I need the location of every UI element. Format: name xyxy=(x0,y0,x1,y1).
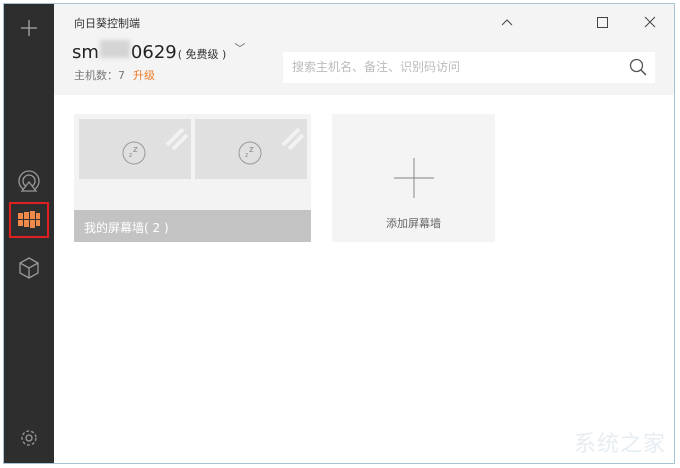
plus-icon xyxy=(394,158,434,198)
remote-control-icon[interactable] xyxy=(4,164,54,200)
account-name-redacted xyxy=(99,40,130,58)
watermark: 系统之家 xyxy=(573,432,666,457)
sleep-icon: zz xyxy=(122,127,189,165)
svg-text:z: z xyxy=(129,152,132,159)
screen-wall-label: 我的屏幕墙( 2 ) xyxy=(74,210,311,242)
account-tier: ( 免费级 ) xyxy=(177,48,227,61)
chevron-down-icon[interactable]: ﹀ xyxy=(234,40,245,56)
header: 向日葵控制端 sm 0629 ( 免费级 ) ﹀ 主机数：7 升级 xyxy=(54,4,674,95)
add-screen-wall-card[interactable]: 添加屏幕墙 xyxy=(332,114,495,242)
host-count-text: 主机数：7 xyxy=(74,69,125,82)
search-input[interactable] xyxy=(283,52,613,81)
maximize-button[interactable] xyxy=(590,12,614,32)
close-button[interactable] xyxy=(638,12,662,32)
app-title: 向日葵控制端 xyxy=(74,17,140,30)
svg-text:z: z xyxy=(245,152,248,159)
screen-wall-icon[interactable] xyxy=(9,202,49,238)
collapse-button[interactable] xyxy=(495,12,519,32)
box-icon[interactable] xyxy=(4,250,54,286)
account-name-suffix: 0629 xyxy=(130,42,177,63)
account-selector[interactable]: sm 0629 ( 免费级 ) ﹀ xyxy=(72,40,245,63)
settings-gear-icon[interactable] xyxy=(4,420,54,456)
search-box xyxy=(283,52,655,83)
add-screen-wall-label: 添加屏幕墙 xyxy=(386,217,441,230)
upgrade-link[interactable]: 升级 xyxy=(133,69,155,82)
host-count: 主机数：7 升级 xyxy=(74,67,155,83)
sidebar xyxy=(4,4,54,463)
svg-text:z: z xyxy=(249,145,254,155)
search-icon[interactable] xyxy=(629,58,647,80)
screen-thumbnail: zz xyxy=(195,119,307,179)
screen-wall-card[interactable]: zz zz 我的屏幕墙( 2 ) xyxy=(74,114,311,242)
account-name-prefix: sm xyxy=(72,42,99,63)
screen-thumbnail: zz xyxy=(79,119,191,179)
sleep-icon: zz xyxy=(238,127,305,165)
add-icon[interactable] xyxy=(4,10,54,46)
svg-text:z: z xyxy=(133,145,138,155)
